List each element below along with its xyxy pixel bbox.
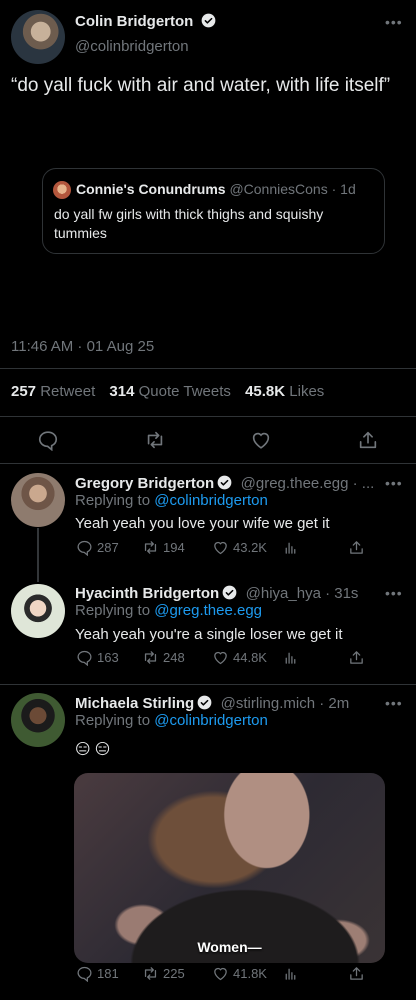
- retweet-count: 248: [163, 649, 185, 665]
- verified-icon: [201, 13, 216, 28]
- like-button[interactable]: 44.8K: [212, 649, 267, 666]
- verified-icon: [222, 585, 237, 600]
- divider: [0, 684, 416, 685]
- reply-button[interactable]: 287: [76, 539, 119, 556]
- media-caption: Women—: [197, 939, 262, 955]
- more-icon[interactable]: •••: [385, 695, 403, 711]
- like-count: 41.8K: [233, 965, 267, 981]
- views-button[interactable]: [282, 539, 299, 556]
- reply-count: 163: [97, 649, 119, 665]
- more-icon[interactable]: •••: [385, 14, 403, 30]
- retweet-icon: [144, 540, 157, 554]
- quote-avatar: [53, 181, 71, 199]
- replying-to-link[interactable]: @colinbridgerton: [154, 712, 268, 729]
- reply-text: 😑 😑: [75, 741, 111, 758]
- share-icon[interactable]: [357, 429, 379, 451]
- divider: [0, 416, 416, 417]
- share-button[interactable]: [348, 649, 365, 666]
- like-icon: [214, 541, 227, 554]
- reply-handle[interactable]: @stirling.mich · 2m: [221, 695, 350, 712]
- views-icon: [285, 542, 296, 554]
- reply-avatar[interactable]: [11, 584, 65, 638]
- reply-author-name[interactable]: Gregory Bridgerton: [75, 475, 214, 492]
- retweet-button[interactable]: 194: [142, 539, 185, 556]
- reply-icon[interactable]: [37, 429, 59, 452]
- main-timestamp: 11:46 AM · 01 Aug 25: [11, 338, 155, 355]
- reply-handle[interactable]: @greg.thee.egg · ...: [241, 475, 375, 492]
- quote-handle: @ConniesCons: [229, 181, 328, 197]
- share-icon: [350, 650, 363, 664]
- like-count: 44.8K: [233, 649, 267, 665]
- replying-to: Replying to @colinbridgerton: [75, 492, 268, 509]
- views-icon: [285, 652, 296, 664]
- retweet-icon: [144, 650, 157, 664]
- retweet-count: 225: [163, 965, 185, 981]
- reply-header: Michaela Stirling @stirling.mich · 2m: [75, 695, 349, 713]
- like-icon: [214, 651, 227, 664]
- reply-author-name[interactable]: Michaela Stirling: [75, 695, 194, 712]
- quote-header: Connie's Conundrums @ConniesCons · 1d: [76, 181, 356, 197]
- main-avatar[interactable]: [11, 10, 65, 64]
- reply-text: Yeah yeah you love your wife we get it: [75, 515, 330, 532]
- main-tweet-text: “do yall fuck with air and water, with l…: [11, 75, 391, 96]
- replying-to-link[interactable]: @colinbridgerton: [154, 492, 268, 509]
- thread-line: [37, 528, 39, 582]
- quote-stat[interactable]: 314 Quote Tweets: [109, 383, 230, 400]
- reply-media-image[interactable]: Women—: [74, 773, 385, 963]
- reply-author-name[interactable]: Hyacinth Bridgerton: [75, 585, 219, 602]
- replying-to: Replying to @greg.thee.egg: [75, 602, 263, 619]
- retweet-button[interactable]: 225: [142, 965, 185, 982]
- replying-to-link[interactable]: @greg.thee.egg: [154, 602, 262, 619]
- reply-header: Hyacinth Bridgerton @hiya_hya · 31s: [75, 585, 358, 603]
- retweet-button[interactable]: 248: [142, 649, 185, 666]
- reply-button[interactable]: 163: [76, 649, 119, 666]
- divider: [0, 463, 416, 464]
- quote-author-name: Connie's Conundrums: [76, 181, 226, 197]
- likes-stat[interactable]: 45.8K Likes: [245, 383, 324, 400]
- views-icon: [285, 968, 296, 980]
- like-icon[interactable]: [250, 429, 272, 451]
- main-author-row: Colin Bridgerton: [75, 13, 216, 31]
- quote-tweet-card[interactable]: Connie's Conundrums @ConniesCons · 1d do…: [42, 168, 385, 254]
- stats-row: 257 Retweet 314 Quote Tweets 45.8K Likes: [11, 383, 324, 400]
- reply-count: 181: [97, 965, 119, 981]
- reply-avatar[interactable]: [11, 473, 65, 527]
- like-button[interactable]: 41.8K: [212, 965, 267, 982]
- reply-icon: [77, 650, 92, 666]
- reply-icon: [77, 966, 92, 982]
- share-icon: [350, 966, 363, 980]
- like-count: 43.2K: [233, 539, 267, 555]
- divider: [0, 368, 416, 369]
- retweet-icon: [144, 966, 157, 980]
- like-icon: [214, 967, 227, 980]
- main-handle[interactable]: @colinbridgerton: [75, 38, 189, 55]
- reply-count: 287: [97, 539, 119, 555]
- reply-text: Yeah yeah you're a single loser we get i…: [75, 626, 343, 643]
- more-icon[interactable]: •••: [385, 585, 403, 601]
- reply-handle[interactable]: @hiya_hya · 31s: [246, 585, 359, 602]
- reply-icon: [77, 540, 92, 556]
- quote-time: · 1d: [331, 181, 356, 197]
- verified-icon: [217, 475, 232, 490]
- share-button[interactable]: [348, 965, 365, 982]
- quote-text: do yall fw girls with thick thighs and s…: [54, 206, 324, 241]
- more-icon[interactable]: •••: [385, 475, 403, 491]
- reply-button[interactable]: 181: [76, 965, 119, 982]
- views-button[interactable]: [282, 649, 299, 666]
- retweet-stat[interactable]: 257 Retweet: [11, 383, 95, 400]
- main-author-name[interactable]: Colin Bridgerton: [75, 13, 193, 30]
- reply-header: Gregory Bridgerton @greg.thee.egg · ...: [75, 475, 374, 493]
- views-button[interactable]: [282, 965, 299, 982]
- replying-to: Replying to @colinbridgerton: [75, 712, 268, 729]
- share-button[interactable]: [348, 539, 365, 556]
- verified-icon: [197, 695, 212, 710]
- share-icon: [350, 540, 363, 554]
- retweet-icon[interactable]: [144, 429, 166, 451]
- like-button[interactable]: 43.2K: [212, 539, 267, 556]
- retweet-count: 194: [163, 539, 185, 555]
- reply-avatar[interactable]: [11, 693, 65, 747]
